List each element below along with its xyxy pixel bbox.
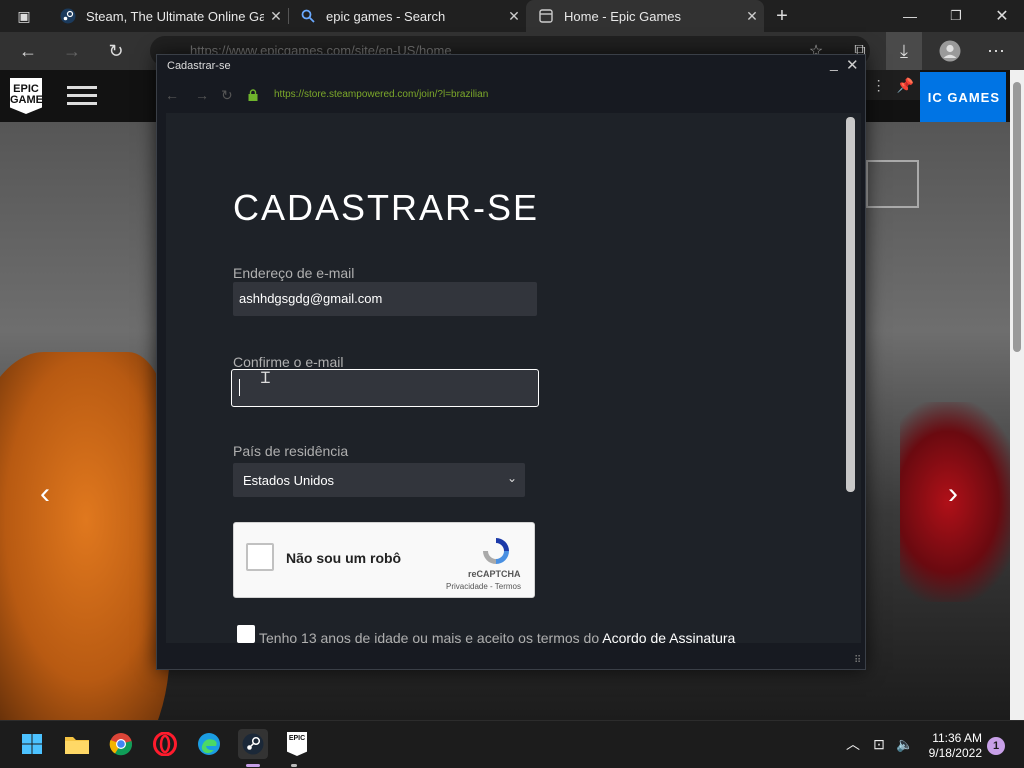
captcha-brand: reCAPTCHA xyxy=(468,569,521,579)
tab-epic-home[interactable]: Home - Epic Games ✕ xyxy=(526,0,764,32)
file-explorer-icon[interactable] xyxy=(62,729,92,759)
captcha-label: Não sou um robô xyxy=(286,550,402,566)
refresh-icon[interactable]: ↻ xyxy=(98,32,134,70)
date-text: 9/18/2022 xyxy=(928,746,982,760)
new-tab-icon[interactable]: + xyxy=(764,0,800,32)
page-icon xyxy=(538,8,554,24)
steam-icon xyxy=(60,8,76,24)
running-app-indicator xyxy=(291,764,297,767)
page-title: CADASTRAR-SE xyxy=(233,187,540,228)
start-icon[interactable] xyxy=(17,729,47,759)
menu-icon[interactable] xyxy=(67,86,97,106)
captcha-checkbox[interactable] xyxy=(246,543,274,571)
notification-badge[interactable]: 1 xyxy=(987,737,1005,755)
edge-icon[interactable] xyxy=(194,729,224,759)
car-image xyxy=(0,352,170,720)
close-tab-icon[interactable]: ✕ xyxy=(502,8,526,25)
more-icon[interactable]: ⋮ xyxy=(872,77,886,94)
car-image xyxy=(900,402,1020,602)
carousel-next-icon[interactable]: › xyxy=(948,477,958,511)
age-checkbox[interactable] xyxy=(237,625,255,643)
recaptcha-widget: Não sou um robô reCAPTCHA Privacidade - … xyxy=(233,522,535,598)
search-icon xyxy=(300,8,316,24)
page-scrollbar[interactable] xyxy=(1010,70,1024,720)
more-options-icon[interactable]: ⋯ xyxy=(978,32,1014,70)
search-box[interactable] xyxy=(866,160,919,208)
steam-signup-window: Cadastrar-se _ ✕ ← → ↻ https://store.ste… xyxy=(156,54,866,670)
subscriber-agreement-link[interactable]: Acordo de Assinatura xyxy=(602,630,735,643)
active-app-indicator xyxy=(246,764,260,767)
close-tab-icon[interactable]: ✕ xyxy=(264,8,288,25)
minimize-icon[interactable]: _ xyxy=(830,55,838,71)
tab-title: Steam, The Ultimate Online Gam xyxy=(86,8,264,24)
forward-icon[interactable]: → xyxy=(195,87,209,103)
page-toolbar: ⋮ 📌 xyxy=(866,70,920,100)
volume-icon[interactable]: 🔈 xyxy=(890,729,920,759)
refresh-icon[interactable]: ↻ xyxy=(221,87,233,104)
popup-title: Cadastrar-se xyxy=(167,60,231,72)
back-icon[interactable]: ← xyxy=(10,32,46,70)
confirm-email-label: Confirme o e-mail xyxy=(233,354,344,370)
close-window-icon[interactable]: ✕ xyxy=(984,0,1020,32)
time-text: 11:36 AM xyxy=(932,731,982,745)
close-tab-icon[interactable]: ✕ xyxy=(740,8,764,25)
downloads-icon[interactable]: ⤓ xyxy=(886,32,922,70)
chrome-icon[interactable] xyxy=(106,729,136,759)
recaptcha-icon xyxy=(480,535,512,567)
carousel-prev-icon[interactable]: ‹ xyxy=(40,477,50,511)
back-icon[interactable]: ← xyxy=(165,87,179,103)
restore-icon[interactable]: ❐ xyxy=(938,0,974,32)
email-label: Endereço de e-mail xyxy=(233,265,355,281)
confirm-email-field[interactable] xyxy=(231,369,539,407)
signup-form: CADASTRAR-SE Endereço de e-mail ashhdgsg… xyxy=(166,113,861,643)
clock[interactable]: 11:36 AM 9/18/2022 xyxy=(922,731,982,761)
browser-tab-strip: ▣ Steam, The Ultimate Online Gam ✕ epic … xyxy=(0,0,1024,32)
tab-actions-icon[interactable]: ▣ xyxy=(6,0,42,32)
country-label: País de residência xyxy=(233,443,349,459)
text-cursor-icon: Ɪ xyxy=(261,370,270,387)
lock-icon xyxy=(247,88,259,101)
age-agreement-text: Tenho 13 anos de idade ou mais e aceito … xyxy=(259,630,735,643)
tab-steam[interactable]: Steam, The Ultimate Online Gam ✕ xyxy=(48,0,288,32)
text-caret xyxy=(239,379,240,396)
country-select[interactable]: Estados Unidos ⌄ xyxy=(233,463,525,497)
steam-icon[interactable] xyxy=(238,729,268,759)
popup-nav-bar: ← → ↻ https://store.steampowered.com/joi… xyxy=(157,79,865,111)
country-value: Estados Unidos xyxy=(243,473,335,488)
epic-games-icon[interactable]: EPIC xyxy=(282,729,312,759)
tab-search[interactable]: epic games - Search ✕ xyxy=(288,0,526,32)
epic-logo[interactable]: EPIC GAMES xyxy=(10,78,42,114)
popup-url: https://store.steampowered.com/join/?l=b… xyxy=(274,89,489,100)
pin-icon[interactable]: 📌 xyxy=(897,77,914,94)
tab-title: epic games - Search xyxy=(326,8,446,24)
taskbar: EPIC ︿ ⊡ 🔈 11:36 AM 9/18/2022 1 xyxy=(0,720,1024,768)
email-field[interactable]: ashhdgsgdg@gmail.com xyxy=(233,282,537,316)
captcha-links[interactable]: Privacidade - Termos xyxy=(446,582,521,591)
get-epic-games-button[interactable]: IC GAMES xyxy=(920,72,1006,122)
form-scrollbar[interactable] xyxy=(846,117,855,492)
profile-icon[interactable] xyxy=(932,32,968,70)
forward-icon[interactable]: → xyxy=(54,32,90,70)
close-icon[interactable]: ✕ xyxy=(846,56,859,74)
tab-title: Home - Epic Games xyxy=(564,8,682,24)
chevron-down-icon: ⌄ xyxy=(506,471,517,485)
scrollbar-thumb[interactable] xyxy=(1013,82,1021,352)
minimize-icon[interactable]: — xyxy=(892,0,928,32)
opera-icon[interactable] xyxy=(150,729,180,759)
age-text: Tenho 13 anos de idade ou mais e aceito … xyxy=(259,630,600,643)
resize-grip-icon[interactable]: ⠿ xyxy=(854,655,861,666)
